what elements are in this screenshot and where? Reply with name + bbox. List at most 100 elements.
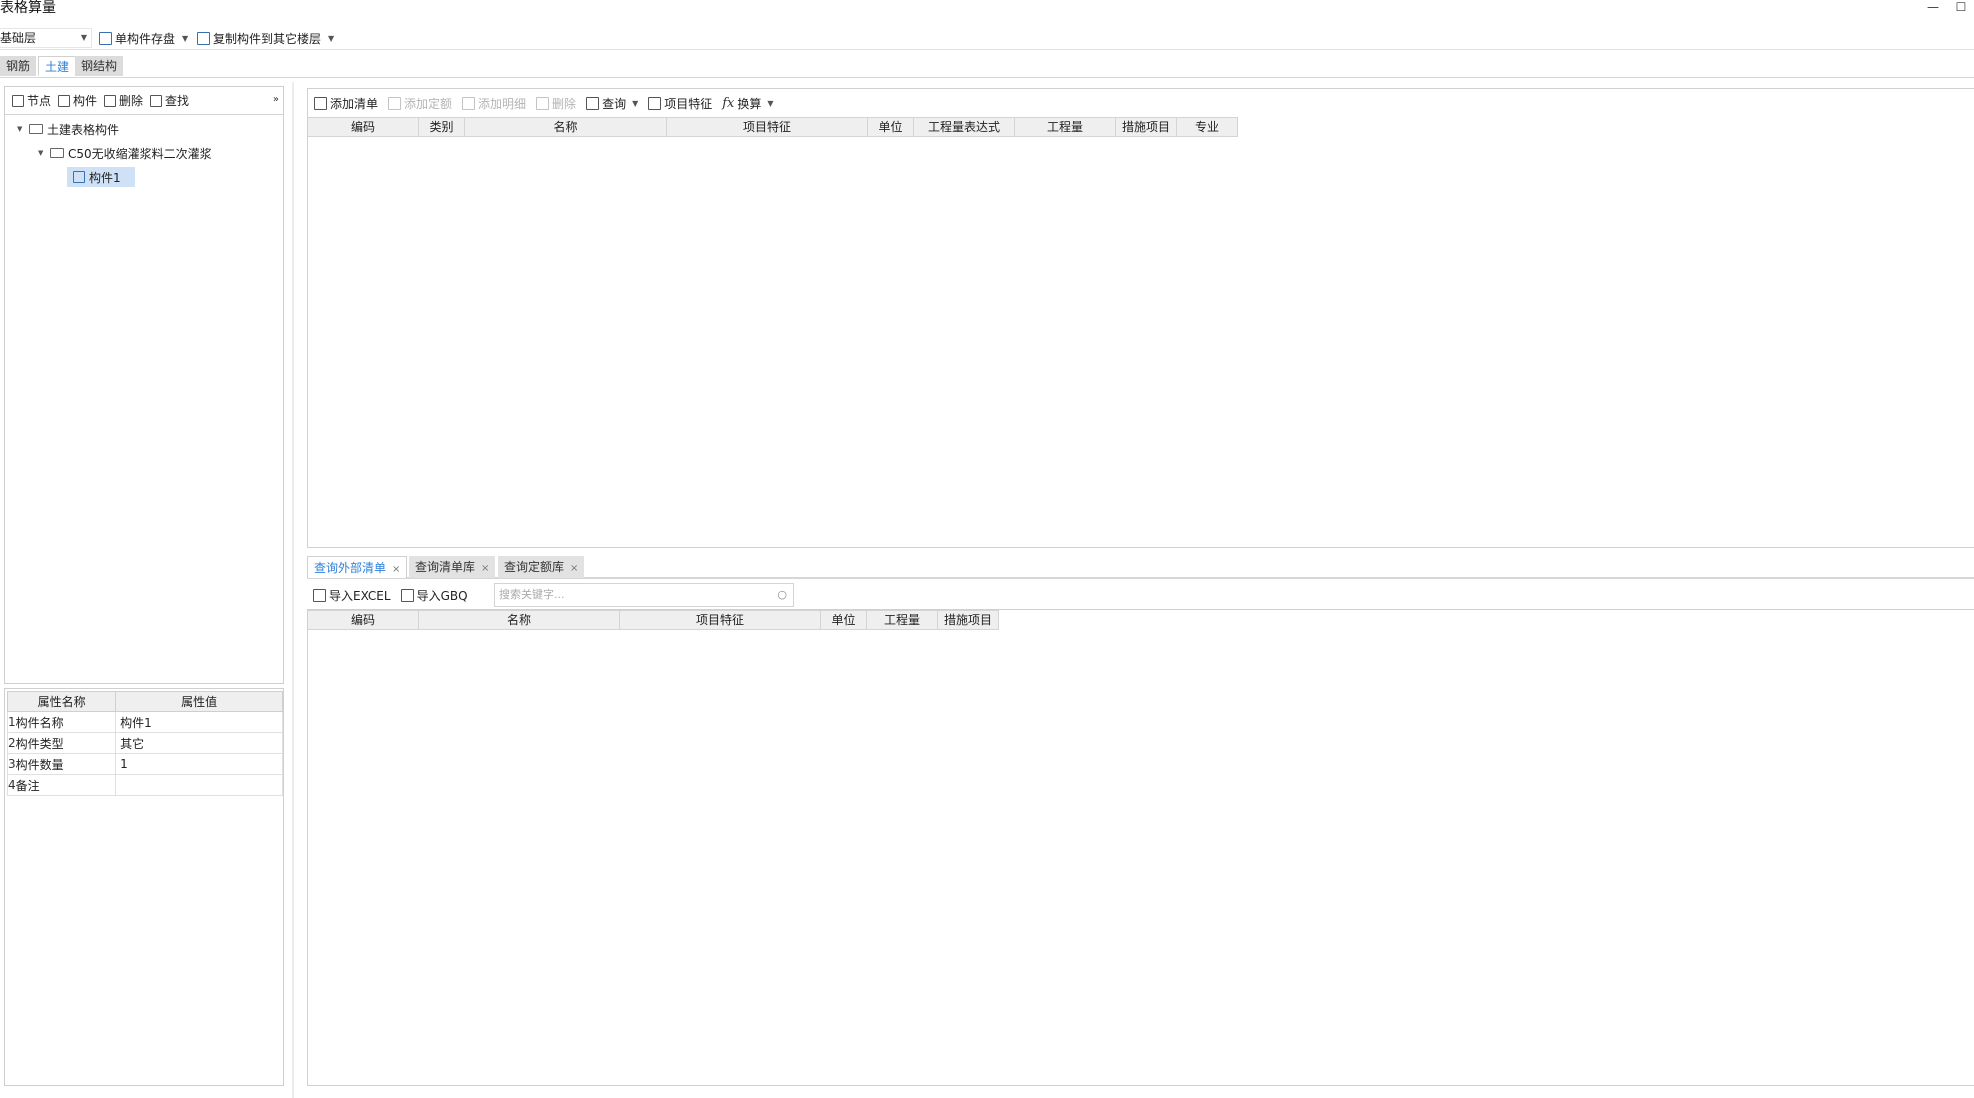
query-tabs: 查询外部清单 × 查询清单库 × 查询定额库 ×	[307, 553, 1974, 579]
bill-toolbar: 添加清单 添加定额 添加明细 删除 查询 ▼ 项目特征 fx 换算 ▼	[308, 91, 778, 115]
add-node-button[interactable]: 节点	[12, 92, 51, 109]
chevron-down-icon[interactable]: ▼	[767, 99, 773, 108]
delete-button[interactable]: 删除	[104, 92, 143, 109]
delete-row-button[interactable]: 删除	[536, 95, 576, 112]
trash-icon	[536, 96, 550, 110]
floor-layer-select[interactable]: 基础层 ▼	[0, 28, 92, 48]
add-component-button[interactable]: 构件	[58, 92, 97, 109]
property-name: 构件数量	[15, 753, 117, 775]
column-header-name[interactable]: 名称	[465, 118, 667, 136]
expand-icon[interactable]: ▼	[17, 125, 25, 133]
import-gbq-label: 导入GBQ	[416, 588, 468, 603]
row-number: 2	[6, 732, 16, 754]
search-icon[interactable]: ○	[777, 584, 787, 606]
property-table: 属性名称 属性值 1 构件名称 构件1 2 构件类型 其它 3 构件数量 1 4	[6, 691, 283, 796]
tree-node-label: 构件1	[89, 170, 121, 185]
tree-node-component[interactable]: 构件1	[67, 167, 135, 187]
close-icon[interactable]: ×	[481, 563, 489, 574]
column-header-quantity[interactable]: 工程量	[1015, 118, 1116, 136]
delete-row-label: 删除	[552, 96, 577, 111]
add-bill-button[interactable]: 添加清单	[314, 95, 378, 112]
find-label: 查找	[165, 94, 190, 108]
maximize-icon[interactable]: ☐	[1954, 0, 1968, 14]
tab-query-quota-library[interactable]: 查询定额库 ×	[498, 556, 585, 578]
column-header-feature[interactable]: 项目特征	[620, 611, 821, 629]
close-icon[interactable]: ×	[570, 563, 578, 574]
column-header-feature[interactable]: 项目特征	[667, 118, 868, 136]
column-header-code[interactable]: 编码	[308, 611, 419, 629]
property-value[interactable]: 构件1	[115, 711, 283, 733]
convert-button[interactable]: fx 换算 ▼	[722, 95, 773, 112]
tab-label: 查询清单库	[415, 560, 476, 574]
table-row[interactable]: 2 构件类型 其它	[6, 732, 283, 754]
table-row[interactable]: 3 构件数量 1	[6, 753, 283, 775]
trash-icon	[104, 94, 117, 107]
column-header-quantity-expression[interactable]: 工程量表达式	[914, 118, 1015, 136]
chevron-down-icon[interactable]: ▼	[328, 34, 334, 43]
column-header-code[interactable]: 编码	[308, 118, 419, 136]
add-detail-icon	[462, 96, 476, 110]
property-value[interactable]: 其它	[115, 732, 283, 754]
import-gbq-button[interactable]: 导入GBQ	[400, 587, 468, 604]
panel-splitter[interactable]	[292, 82, 294, 1098]
add-bill-icon	[314, 96, 327, 110]
column-header-property-name: 属性名称	[6, 691, 117, 712]
query-button[interactable]: 查询 ▼	[586, 95, 638, 112]
expand-icon[interactable]: ▼	[38, 149, 46, 157]
property-name: 构件名称	[15, 711, 117, 733]
query-label: 查询	[602, 96, 627, 111]
tree-node-group[interactable]: ▼ C50无收缩灌浆料二次灌浆	[38, 143, 212, 163]
minimize-icon[interactable]: —	[1926, 0, 1940, 14]
keyword-search-input[interactable]: 搜索关键字... ○	[494, 583, 794, 607]
property-value[interactable]: 1	[115, 753, 283, 775]
row-number: 3	[6, 753, 16, 775]
close-icon[interactable]: ×	[392, 564, 400, 575]
property-panel: 属性名称 属性值 1 构件名称 构件1 2 构件类型 其它 3 构件数量 1 4	[4, 688, 284, 1086]
column-header-name[interactable]: 名称	[419, 611, 620, 629]
property-name: 构件类型	[15, 732, 117, 754]
component-tree-panel: 节点 构件 删除 查找 » ▼ 土建表格构件 ▼ C50无收缩灌浆料二次灌浆 构	[4, 86, 284, 684]
add-detail-label: 添加明细	[478, 96, 527, 111]
chevron-down-icon[interactable]: ▼	[182, 34, 188, 43]
import-excel-button[interactable]: 导入EXCEL	[313, 587, 391, 604]
add-quota-button[interactable]: 添加定额	[388, 95, 452, 112]
save-icon	[99, 31, 112, 45]
search-placeholder: 搜索关键字...	[499, 588, 565, 601]
add-quota-label: 添加定额	[404, 96, 453, 111]
column-header-unit[interactable]: 单位	[868, 118, 914, 136]
add-detail-button[interactable]: 添加明细	[462, 95, 526, 112]
project-feature-button[interactable]: 项目特征	[648, 95, 712, 112]
row-number: 1	[6, 711, 16, 733]
save-component-button[interactable]: 单构件存盘 ▼	[99, 28, 188, 48]
chevron-down-icon[interactable]: ▼	[632, 99, 638, 108]
column-header-quantity[interactable]: 工程量	[867, 611, 938, 629]
find-button[interactable]: 查找	[150, 92, 189, 109]
component-icon	[58, 94, 71, 107]
chevron-down-icon: ▼	[80, 33, 87, 42]
table-row[interactable]: 1 构件名称 构件1	[6, 711, 283, 733]
query-result-grid: 编码 名称 项目特征 单位 工程量 措施项目	[307, 609, 1974, 1086]
column-header-measure-item[interactable]: 措施项目	[1116, 118, 1177, 136]
column-header-property-value: 属性值	[115, 691, 283, 712]
tab-rebar[interactable]: 钢筋	[0, 56, 37, 76]
tree-node-root[interactable]: ▼ 土建表格构件	[17, 119, 119, 139]
row-number: 4	[6, 774, 16, 796]
tab-label: 查询外部清单	[314, 561, 387, 575]
add-bill-label: 添加清单	[330, 96, 379, 111]
column-header-unit[interactable]: 单位	[821, 611, 867, 629]
delete-label: 删除	[119, 94, 144, 108]
tab-steel-structure[interactable]: 钢结构	[75, 56, 124, 76]
query-icon	[586, 96, 600, 110]
more-icon[interactable]: »	[273, 94, 279, 105]
column-header-category[interactable]: 类别	[419, 118, 465, 136]
column-header-specialty[interactable]: 专业	[1177, 118, 1238, 136]
table-row[interactable]: 4 备注	[6, 774, 283, 796]
column-header-measure-item[interactable]: 措施项目	[938, 611, 999, 629]
copy-component-button[interactable]: 复制构件到其它楼层 ▼	[197, 28, 334, 48]
tab-query-bill-library[interactable]: 查询清单库 ×	[409, 556, 496, 578]
import-excel-label: 导入EXCEL	[329, 588, 391, 603]
tab-civil[interactable]: 土建	[38, 56, 77, 76]
property-value[interactable]	[115, 774, 283, 796]
add-component-label: 构件	[73, 94, 98, 108]
tab-query-external-bill[interactable]: 查询外部清单 ×	[307, 556, 408, 578]
